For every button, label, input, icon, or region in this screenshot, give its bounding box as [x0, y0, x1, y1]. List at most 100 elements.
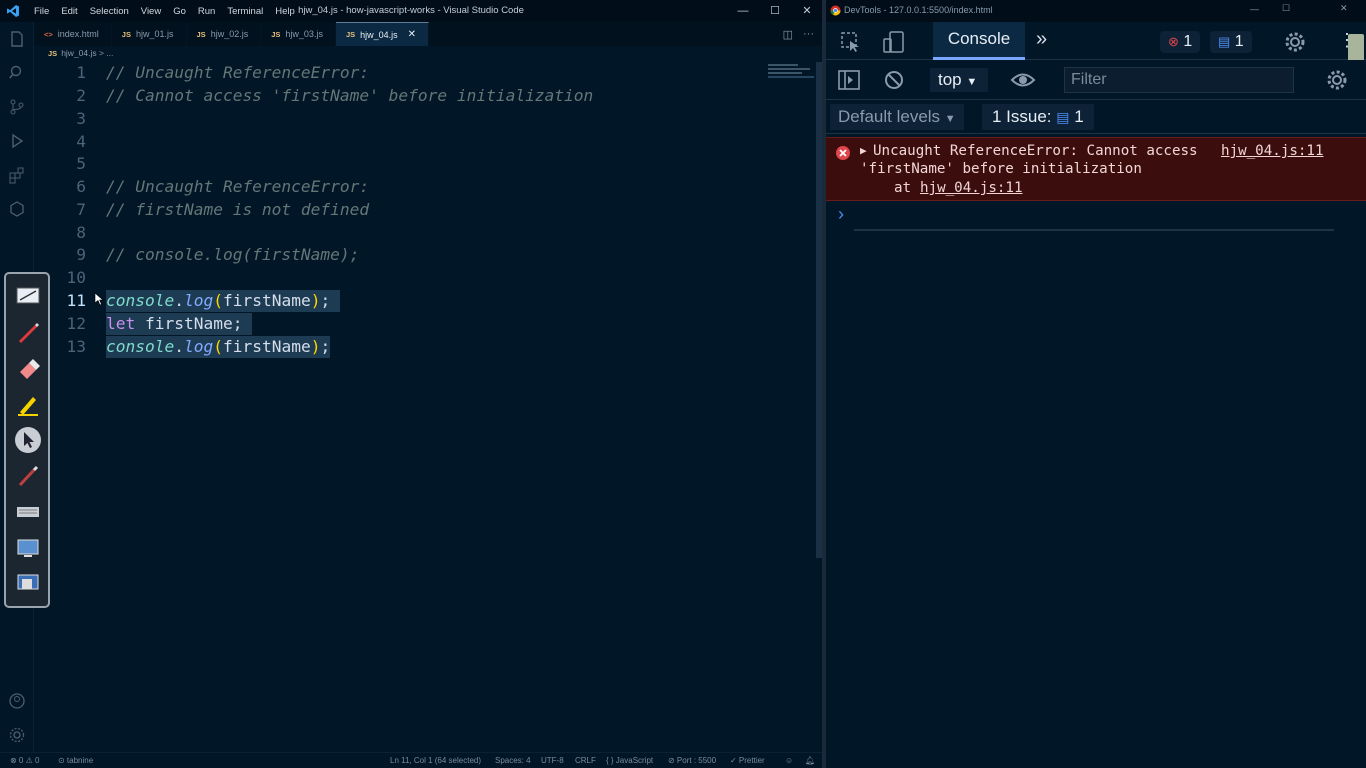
tab-hjw-01[interactable]: JS hjw_01.js [112, 22, 187, 46]
source-control-icon[interactable] [8, 98, 26, 116]
minimap[interactable] [768, 62, 814, 82]
breadcrumb[interactable]: JS hjw_04.js > ... [48, 48, 113, 58]
maximize-icon[interactable]: ☐ [1282, 3, 1290, 14]
keyboard-icon[interactable] [14, 498, 42, 526]
filter-input[interactable]: Filter [1064, 67, 1294, 93]
minimize-icon[interactable]: — [1250, 4, 1259, 14]
error-icon [836, 146, 850, 160]
tab-index-html[interactable]: <> index.html [34, 22, 112, 46]
console-prompt[interactable]: › [826, 202, 1366, 232]
menu-help[interactable]: Help [269, 6, 301, 17]
notifications-icon[interactable]: 🔔︎ [805, 756, 815, 765]
tab-hjw-03[interactable]: JS hjw_03.js [261, 22, 336, 46]
menu-terminal[interactable]: Terminal [221, 6, 269, 17]
explorer-icon[interactable] [8, 30, 26, 48]
code-line: 2 // Cannot access 'firstName' before ini… [34, 85, 804, 107]
line-number: 7 [76, 200, 86, 219]
tab-label: hjw_03.js [285, 29, 323, 39]
devtools-tab-bar: Console » ⊗ 1 ▤ 1 ⋮ [826, 22, 1366, 64]
expand-arrow-icon[interactable]: ▶ [860, 144, 867, 157]
tab-hjw-04[interactable]: JS hjw_04.js ✕ [335, 22, 430, 46]
account-icon[interactable] [8, 692, 26, 710]
menu-edit[interactable]: Edit [55, 6, 83, 17]
line-number: 9 [76, 245, 86, 264]
language-mode[interactable]: { } JavaScript [606, 756, 653, 765]
live-server-port[interactable]: ⊘ Port : 5500 [668, 756, 716, 765]
line-ending[interactable]: CRLF [575, 756, 596, 765]
close-icon[interactable]: ✕ [790, 0, 824, 22]
stack-at-label: at [894, 180, 912, 196]
brush-icon[interactable] [14, 462, 42, 490]
devtools-title-bar: DevTools - 127.0.0.1:5500/index.html — ☐… [826, 0, 1366, 22]
search-icon[interactable] [8, 64, 26, 82]
breadcrumb-file[interactable]: hjw_04.js [61, 48, 96, 58]
extensions-icon[interactable] [8, 166, 26, 184]
js-file-icon: JS [48, 49, 58, 58]
js-file-icon: JS [121, 29, 131, 39]
menu-view[interactable]: View [135, 6, 167, 17]
status-bar: ⊗ 0 ⚠ 0 ⊙ tabnine Ln 11, Col 1 (64 selec… [0, 752, 822, 768]
split-editor-icon[interactable]: ◫ [783, 28, 793, 41]
pointer-tool-icon[interactable] [14, 426, 42, 454]
code-editor[interactable]: 1 // Uncaught ReferenceError: 2 // Cannot … [34, 62, 804, 752]
menu-run[interactable]: Run [192, 6, 221, 17]
more-actions-icon[interactable]: ··· [803, 28, 814, 40]
live-expression-eye-icon[interactable] [1010, 70, 1036, 90]
whiteboard-icon[interactable] [14, 282, 42, 310]
problems-indicator[interactable]: ⊗ 0 ⚠ 0 [10, 756, 39, 765]
tab-hjw-02[interactable]: JS hjw_02.js [187, 22, 262, 46]
more-tabs-icon[interactable]: » [1036, 28, 1047, 51]
clear-console-icon[interactable] [884, 70, 904, 90]
context-selector[interactable]: top ▼ [930, 68, 988, 92]
settings-gear-icon[interactable] [8, 726, 26, 744]
console-toolbar: top ▼ Filter [826, 60, 1366, 100]
screen-capture-icon[interactable] [14, 534, 42, 562]
close-icon[interactable]: ✕ [1340, 3, 1348, 14]
eraser-icon[interactable] [14, 354, 42, 382]
issues-button[interactable]: 1 Issue: ▤ 1 [982, 104, 1094, 130]
console-input[interactable] [854, 229, 1334, 231]
cursor-position[interactable]: Ln 11, Col 1 (64 selected) [390, 756, 481, 765]
minimize-icon[interactable]: — [726, 0, 760, 22]
prompt-chevron-icon: › [838, 204, 844, 224]
inspect-element-icon[interactable] [840, 31, 862, 53]
prettier-status[interactable]: ✓ Prettier [730, 756, 765, 765]
stack-trace-link[interactable]: hjw_04.js:11 [920, 180, 1023, 196]
menu-go[interactable]: Go [167, 6, 192, 17]
chrome-logo-icon [830, 5, 841, 16]
feedback-icon[interactable]: ☺ [785, 756, 793, 765]
console-levels-bar: Default levels ▼ 1 Issue: ▤ 1 [826, 100, 1366, 134]
html-file-icon: <> [44, 29, 53, 39]
error-count-badge[interactable]: ⊗ 1 [1160, 31, 1201, 53]
indentation[interactable]: Spaces: 4 [495, 756, 531, 765]
code-line: 4 [34, 131, 804, 153]
code-comment: // Cannot access 'firstName' before init… [106, 86, 594, 105]
encoding[interactable]: UTF-8 [541, 756, 564, 765]
message-count-badge[interactable]: ▤ 1 [1210, 31, 1252, 53]
log-levels-dropdown[interactable]: Default levels ▼ [830, 104, 964, 130]
vscode-title-bar: File Edit Selection View Go Run Terminal… [0, 0, 822, 22]
settings-gear-icon[interactable] [1284, 31, 1306, 53]
tabnine-indicator[interactable]: ⊙ tabnine [58, 756, 93, 765]
error-source-link[interactable]: hjw_04.js:11 [1221, 143, 1324, 159]
tab-close-icon[interactable]: ✕ [408, 29, 416, 40]
maximize-icon[interactable]: ☐ [758, 0, 792, 22]
console-settings-gear-icon[interactable] [1326, 69, 1348, 91]
pen-icon[interactable] [14, 318, 42, 346]
devtools-window-title: DevTools - 127.0.0.1:5500/index.html [844, 5, 993, 15]
menu-selection[interactable]: Selection [84, 6, 135, 17]
show-sidebar-icon[interactable] [838, 70, 860, 90]
highlighter-icon[interactable] [14, 390, 42, 418]
run-debug-icon[interactable] [8, 132, 26, 150]
code-line: 9 // console.log(firstName); [34, 244, 804, 266]
code-line: 10 [34, 267, 804, 289]
js-file-icon: JS [271, 29, 281, 39]
menu-file[interactable]: File [28, 6, 55, 17]
screen-record-icon[interactable] [14, 570, 42, 598]
tab-console[interactable]: Console [933, 22, 1025, 60]
code-line: 8 [34, 222, 804, 244]
line-number: 3 [76, 109, 86, 128]
device-toolbar-icon[interactable] [882, 30, 906, 54]
tab-label: hjw_02.js [210, 29, 249, 39]
remote-explorer-icon[interactable] [8, 200, 26, 218]
